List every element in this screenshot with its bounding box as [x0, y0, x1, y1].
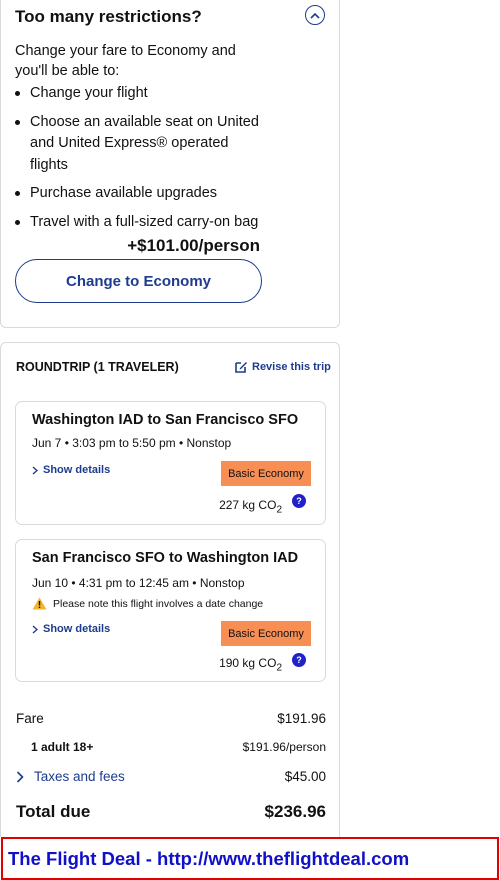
- co2-value: 190 kg CO: [219, 656, 277, 670]
- co2-value: 227 kg CO: [219, 498, 277, 512]
- benefit-item: Purchase available upgrades: [15, 183, 265, 205]
- fare-class-badge: Basic Economy: [221, 621, 311, 646]
- co2-subscript: 2: [276, 504, 282, 516]
- flight-segment-outbound: Washington IAD to San Francisco SFO Jun …: [15, 401, 326, 525]
- segment-route: San Francisco SFO to Washington IAD: [32, 550, 299, 566]
- segment-times: Jun 7 • 3:03 pm to 5:50 pm • Nonstop: [32, 436, 232, 450]
- edit-icon: [235, 362, 247, 373]
- benefit-item: Travel with a full-sized carry-on bag: [15, 212, 265, 234]
- taxes-row: Taxes and fees $45.00: [16, 769, 326, 784]
- segment-route: Washington IAD to San Francisco SFO: [32, 412, 299, 428]
- upsell-intro: Change your fare to Economy and you'll b…: [15, 43, 236, 79]
- show-details-label: Show details: [43, 623, 111, 635]
- warning-text: Please note this flight involves a date …: [53, 597, 264, 610]
- show-details-link[interactable]: Show details: [32, 623, 110, 635]
- co2-emissions: 190 kg CO2: [219, 656, 282, 673]
- benefit-item: Change your flight: [15, 83, 265, 105]
- flight-segment-return: San Francisco SFO to Washington IAD Jun …: [15, 539, 326, 682]
- total-amount: $236.96: [264, 802, 326, 821]
- fare-label: Fare: [16, 711, 44, 726]
- fare-row: Fare $191.96: [16, 711, 326, 726]
- benefits-list: Change your flight Choose an available s…: [15, 83, 265, 240]
- chevron-right-icon: [32, 465, 38, 475]
- chevron-right-icon: [16, 770, 24, 783]
- adult-fare-row: 1 adult 18+ $191.96/person: [16, 740, 326, 754]
- revise-trip-link[interactable]: Revise this trip: [234, 360, 331, 374]
- upgrade-price: +$101.00/person: [127, 236, 260, 255]
- fare-class-badge: Basic Economy: [221, 461, 311, 486]
- upsell-card: Too many restrictions? Change your fare …: [0, 0, 340, 328]
- adult-label: 1 adult 18+: [31, 740, 94, 754]
- co2-emissions: 227 kg CO2: [219, 498, 282, 515]
- taxes-toggle[interactable]: Taxes and fees: [16, 769, 125, 784]
- change-to-economy-button[interactable]: Change to Economy: [15, 259, 262, 303]
- total-label: Total due: [16, 802, 91, 821]
- chevron-right-icon: [32, 624, 38, 634]
- benefit-item: Choose an available seat on United and U…: [15, 112, 265, 177]
- chevron-up-icon: [310, 12, 320, 19]
- warning-icon: [32, 597, 47, 610]
- watermark-banner: The Flight Deal - http://www.theflightde…: [1, 837, 499, 880]
- upsell-title: Too many restrictions?: [15, 7, 202, 26]
- trip-type-label: ROUNDTRIP (1 TRAVELER): [16, 360, 179, 374]
- total-row: Total due $236.96: [16, 802, 326, 822]
- revise-trip-label: Revise this trip: [252, 361, 331, 373]
- trip-summary-card: ROUNDTRIP (1 TRAVELER) Revise this trip …: [0, 342, 340, 837]
- show-details-link[interactable]: Show details: [32, 464, 110, 476]
- adult-amount: $191.96/person: [242, 740, 326, 754]
- taxes-amount: $45.00: [284, 769, 326, 784]
- segment-times: Jun 10 • 4:31 pm to 12:45 am • Nonstop: [32, 576, 245, 590]
- fare-amount: $191.96: [277, 711, 326, 726]
- help-icon[interactable]: ?: [292, 494, 306, 508]
- co2-subscript: 2: [276, 662, 282, 674]
- taxes-label: Taxes and fees: [34, 769, 125, 784]
- help-icon[interactable]: ?: [292, 653, 306, 667]
- date-change-warning: Please note this flight involves a date …: [32, 597, 263, 610]
- show-details-label: Show details: [43, 464, 111, 476]
- collapse-button[interactable]: [305, 5, 325, 25]
